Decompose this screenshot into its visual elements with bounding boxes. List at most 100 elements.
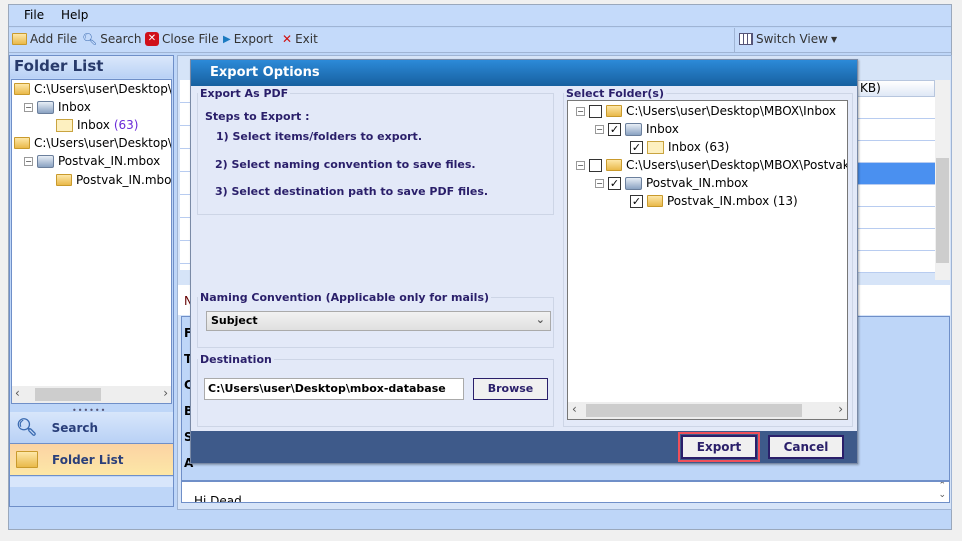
nav-empty bbox=[10, 477, 173, 506]
body-text: Hi Dead bbox=[194, 494, 242, 503]
checkbox-checked[interactable]: ✓ bbox=[630, 194, 643, 208]
mailbox-icon bbox=[625, 122, 642, 136]
group-label: Destination bbox=[200, 353, 272, 366]
dialog-title: Export Options bbox=[191, 60, 857, 86]
step-3: 3) Select destination path to save PDF f… bbox=[215, 185, 489, 198]
switch-view-button[interactable]: Switch View ▼ bbox=[739, 32, 837, 46]
folder-icon bbox=[16, 451, 38, 468]
export-button[interactable]: Export bbox=[681, 435, 757, 459]
close-file-label: Close File bbox=[162, 32, 219, 46]
folder-select-item[interactable]: − ✓ Inbox bbox=[595, 122, 679, 136]
tree-item[interactable]: − Postvak_IN.mbox bbox=[24, 154, 160, 168]
add-file-label: Add File bbox=[30, 32, 78, 46]
magnifier-icon: 🔍︎ bbox=[82, 32, 98, 46]
mailbox-icon bbox=[37, 100, 54, 114]
folder-select-item[interactable]: − C:\Users\user\Desktop\MBOX\Postvak_IN bbox=[576, 158, 848, 172]
tree-item-label: C:\Users\user\Desktop\M bbox=[34, 136, 172, 150]
mailbox-icon bbox=[37, 154, 54, 168]
folder-list-title: Folder List bbox=[10, 56, 173, 78]
export-label: Export bbox=[233, 32, 273, 46]
collapse-icon[interactable]: − bbox=[595, 124, 604, 134]
checkbox-checked[interactable]: ✓ bbox=[608, 176, 621, 190]
message-list[interactable] bbox=[857, 97, 935, 273]
nav-search-label: Search bbox=[51, 420, 99, 435]
mail-folder-icon bbox=[56, 118, 73, 132]
folder-select-item[interactable]: − ✓ Postvak_IN.mbox bbox=[595, 176, 748, 190]
browse-button[interactable]: Browse bbox=[473, 378, 548, 400]
step-1: 1) Select items/folders to export. bbox=[216, 130, 422, 143]
close-file-icon: ✕ bbox=[145, 32, 159, 46]
tree-item[interactable]: Inbox (63) bbox=[56, 118, 138, 132]
menu-help[interactable]: Help bbox=[61, 8, 88, 22]
collapse-icon[interactable]: − bbox=[576, 106, 585, 116]
dialog-footer: Export Cancel bbox=[191, 431, 857, 463]
export-toolbar-button[interactable]: ▶ Export bbox=[223, 32, 273, 46]
folder-label: C:\Users\user\Desktop\MBOX\Postvak_IN bbox=[626, 158, 848, 172]
checkbox[interactable] bbox=[589, 104, 602, 118]
vertical-scrollbar[interactable] bbox=[935, 80, 950, 280]
folder-select-item[interactable]: ✓ Postvak_IN.mbox (13) bbox=[630, 194, 798, 208]
search-button[interactable]: 🔍︎ Search bbox=[82, 32, 141, 46]
close-file-button[interactable]: ✕ Close File bbox=[145, 32, 219, 46]
message-body[interactable]: Hi Dead ⌃ ⌄ bbox=[181, 481, 950, 503]
tree-item-label: C:\Users\user\Desktop\M bbox=[34, 82, 172, 96]
folder-open-icon bbox=[14, 83, 30, 95]
checkbox[interactable] bbox=[589, 158, 602, 172]
column-header[interactable]: KB) bbox=[857, 80, 935, 97]
destination-input[interactable]: C:\Users\user\Desktop\mbox-database bbox=[204, 378, 464, 400]
folder-tree: C:\Users\user\Desktop\M − Inbox Inbox (63)… bbox=[11, 79, 172, 404]
nav-search[interactable]: 🔍︎ Search bbox=[10, 412, 173, 444]
folder-open-icon bbox=[606, 159, 622, 171]
folder-label: Postvak_IN.mbox bbox=[646, 176, 749, 190]
folder-select-item[interactable]: ✓ Inbox (63) bbox=[630, 140, 729, 154]
x-icon: ✕ bbox=[282, 32, 293, 46]
nav-folder-list[interactable]: Folder List bbox=[10, 444, 173, 476]
nav-folder-list-label: Folder List bbox=[52, 452, 124, 467]
horizontal-scrollbar[interactable]: ‹ › bbox=[568, 402, 847, 419]
chevron-down-icon: ⌄ bbox=[535, 313, 545, 326]
tree-item-label: Postvak_IN.mbox bbox=[58, 154, 161, 168]
folder-open-icon bbox=[14, 137, 30, 149]
grid-icon bbox=[739, 33, 753, 45]
folder-icon bbox=[56, 174, 72, 186]
collapse-icon[interactable]: − bbox=[24, 102, 33, 112]
tree-item[interactable]: C:\Users\user\Desktop\M bbox=[14, 82, 172, 96]
dropdown-arrow-icon: ▼ bbox=[830, 34, 838, 44]
toolbar: Add File 🔍︎ Search ✕ Close File ▶ Export ✕ E… bbox=[9, 28, 951, 53]
exit-button[interactable]: ✕ Exit bbox=[282, 32, 318, 46]
group-label: Export As PDF bbox=[200, 87, 289, 100]
folder-open-icon bbox=[12, 33, 27, 45]
tree-item-label: Postvak_IN.mbox bbox=[76, 173, 172, 187]
play-arrow-icon: ▶ bbox=[223, 33, 231, 45]
folder-open-icon bbox=[606, 105, 622, 117]
folder-select-tree: − C:\Users\user\Desktop\MBOX\Inbox − ✓ Inbo… bbox=[567, 100, 848, 420]
folder-label: Postvak_IN.mbox (13) bbox=[667, 194, 798, 208]
horizontal-scrollbar[interactable]: ‹ › bbox=[12, 386, 171, 403]
collapse-icon[interactable]: − bbox=[576, 160, 585, 170]
menu-file[interactable]: File bbox=[24, 8, 44, 22]
collapse-icon[interactable]: − bbox=[24, 156, 33, 166]
folder-select-item[interactable]: − C:\Users\user\Desktop\MBOX\Inbox bbox=[576, 104, 836, 118]
selected-row[interactable] bbox=[857, 163, 935, 184]
folder-label: Inbox bbox=[646, 122, 679, 136]
magnifier-icon: 🔍︎ bbox=[16, 417, 38, 438]
checkbox-checked[interactable]: ✓ bbox=[630, 140, 643, 154]
cancel-button[interactable]: Cancel bbox=[768, 435, 844, 459]
collapse-icon[interactable]: − bbox=[595, 178, 604, 188]
tree-item-label: Inbox bbox=[77, 118, 110, 132]
tree-item[interactable]: C:\Users\user\Desktop\M bbox=[14, 136, 172, 150]
toolbar-divider bbox=[734, 28, 735, 52]
tree-item[interactable]: Postvak_IN.mbox bbox=[56, 173, 172, 187]
folder-icon bbox=[647, 195, 663, 207]
group-label: Naming Convention (Applicable only for m… bbox=[200, 291, 490, 304]
naming-value: Subject bbox=[211, 314, 258, 327]
exit-label: Exit bbox=[295, 32, 318, 46]
naming-convention-select[interactable]: Subject ⌄ bbox=[206, 311, 551, 331]
group-label: Select Folder(s) bbox=[566, 87, 664, 100]
mailbox-icon bbox=[625, 176, 642, 190]
tree-item[interactable]: − Inbox bbox=[24, 100, 91, 114]
switch-view-label: Switch View bbox=[756, 32, 828, 46]
item-count: (63) bbox=[113, 118, 139, 132]
add-file-button[interactable]: Add File bbox=[12, 32, 77, 46]
checkbox-checked[interactable]: ✓ bbox=[608, 122, 621, 136]
